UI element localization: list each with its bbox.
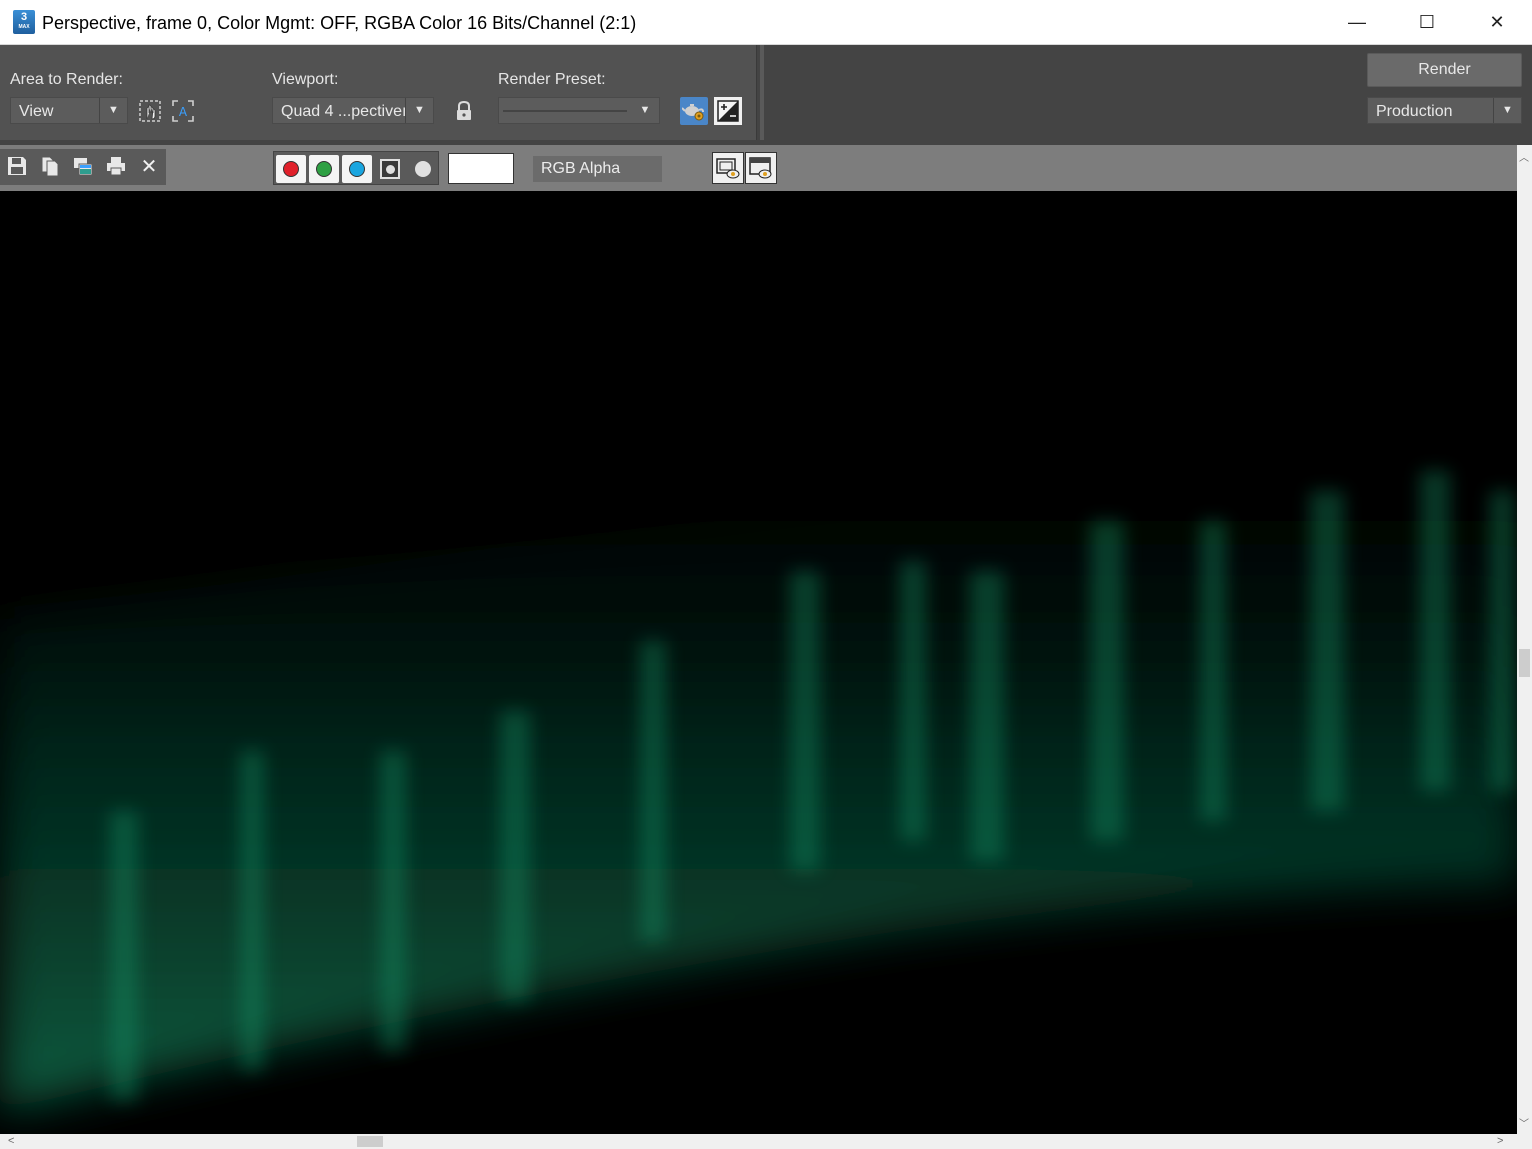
close-button[interactable]: ✕: [1462, 0, 1532, 45]
aurora-render: [0, 191, 1517, 1134]
copy-image-button[interactable]: [37, 153, 63, 179]
viewport-label: Viewport:: [272, 71, 339, 88]
chevron-down-icon: ▼: [1493, 98, 1521, 123]
exposure-icon: [717, 100, 739, 122]
viewport-value: Quad 4 ...pectiveı: [281, 103, 407, 120]
clear-image-button[interactable]: ✕: [136, 153, 162, 179]
clone-window-button[interactable]: [70, 153, 96, 179]
minimize-icon: —: [1348, 12, 1366, 32]
app-icon[interactable]: 3 MAX: [13, 10, 35, 34]
window-eye-icon: [716, 158, 740, 179]
save-image-button[interactable]: [4, 153, 30, 179]
maximize-button[interactable]: ☐: [1392, 0, 1462, 45]
exposure-control-button[interactable]: [714, 97, 742, 125]
close-icon: ✕: [140, 155, 158, 178]
horizontal-scroll-thumb[interactable]: [357, 1136, 383, 1147]
print-icon: [107, 157, 125, 176]
print-image-button[interactable]: [103, 153, 129, 179]
app-icon-text: 3: [20, 11, 28, 23]
chevron-down-icon: ▼: [99, 98, 127, 123]
copy-icon: [41, 156, 59, 177]
rendered-image-canvas[interactable]: [0, 191, 1517, 1134]
render-setup-button[interactable]: [680, 97, 708, 125]
render-preset-label: Render Preset:: [498, 71, 606, 88]
mono-dot-icon: [415, 161, 431, 177]
chevron-down-icon: ▼: [639, 104, 651, 116]
color-swatch[interactable]: [448, 153, 514, 184]
horizontal-scrollbar[interactable]: < >: [0, 1134, 1532, 1149]
vertical-scroll-thumb[interactable]: [1519, 649, 1530, 677]
area-to-render-label: Area to Render:: [10, 71, 123, 88]
area-to-render-value: View: [19, 103, 54, 120]
render-preset-dropdown[interactable]: ▼: [498, 97, 660, 124]
alpha-channel-toggle[interactable]: [375, 155, 405, 183]
teapot-gear-icon: [682, 104, 704, 121]
toggle-ui-overlay-button[interactable]: [712, 152, 744, 184]
clone-window-icon: [74, 158, 93, 176]
lock-viewport-button[interactable]: [450, 97, 478, 125]
lock-icon: [457, 100, 471, 120]
title-bar: 3 MAX Perspective, frame 0, Color Mgmt: …: [0, 0, 1532, 45]
red-dot-icon: [283, 161, 299, 177]
app-icon-subtext: MAX: [18, 24, 30, 30]
minimize-button[interactable]: —: [1322, 0, 1392, 45]
scroll-right-icon[interactable]: >: [1497, 1135, 1503, 1147]
scroll-up-icon[interactable]: ︿: [1519, 149, 1529, 164]
scroll-down-icon[interactable]: ﹀: [1519, 1115, 1529, 1130]
mono-channel-toggle[interactable]: [408, 155, 438, 183]
render-options-group: Area to Render: View ▼ A Viewport: Quad …: [0, 45, 757, 140]
svg-text:A: A: [179, 105, 188, 119]
maximize-icon: ☐: [1418, 12, 1436, 32]
vertical-scrollbar[interactable]: ︿ ﹀: [1517, 145, 1532, 1134]
scroll-left-icon[interactable]: <: [8, 1135, 14, 1147]
auto-region-button[interactable]: A: [169, 97, 197, 125]
alpha-icon: [380, 159, 400, 179]
green-dot-icon: [316, 161, 332, 177]
blue-channel-toggle[interactable]: [342, 155, 372, 183]
close-icon: ✕: [1489, 12, 1505, 32]
green-channel-toggle[interactable]: [309, 155, 339, 183]
edit-region-button[interactable]: [136, 97, 164, 125]
alpha-dot: [385, 164, 395, 174]
panel-divider: [760, 45, 764, 140]
hand-region-icon: [139, 100, 161, 122]
chevron-down-icon: ▼: [405, 98, 433, 123]
area-to-render-dropdown[interactable]: View ▼: [10, 97, 128, 124]
auto-region-icon: A: [172, 100, 194, 122]
render-button[interactable]: Render: [1367, 53, 1522, 87]
blue-dot-icon: [349, 161, 365, 177]
render-mode-value: Production: [1376, 103, 1453, 120]
window-title: Perspective, frame 0, Color Mgmt: OFF, R…: [42, 13, 637, 33]
channel-display-dropdown[interactable]: RGB Alpha: [533, 156, 662, 182]
save-icon: [8, 157, 26, 175]
viewport-dropdown[interactable]: Quad 4 ...pectiveı ▼: [272, 97, 434, 124]
channel-toggles: [273, 151, 439, 185]
red-channel-toggle[interactable]: [276, 155, 306, 183]
preset-empty-line: [503, 110, 627, 112]
panel-eye-icon: [749, 157, 772, 179]
render-mode-dropdown[interactable]: Production ▼: [1367, 97, 1522, 124]
frame-buffer-toolbar: ✕ RGB Alpha: [0, 145, 1517, 191]
render-settings-panel: Area to Render: View ▼ A Viewport: Quad …: [0, 45, 1532, 145]
channel-display-value: RGB Alpha: [541, 160, 621, 177]
toggle-ui-button[interactable]: [745, 152, 777, 184]
